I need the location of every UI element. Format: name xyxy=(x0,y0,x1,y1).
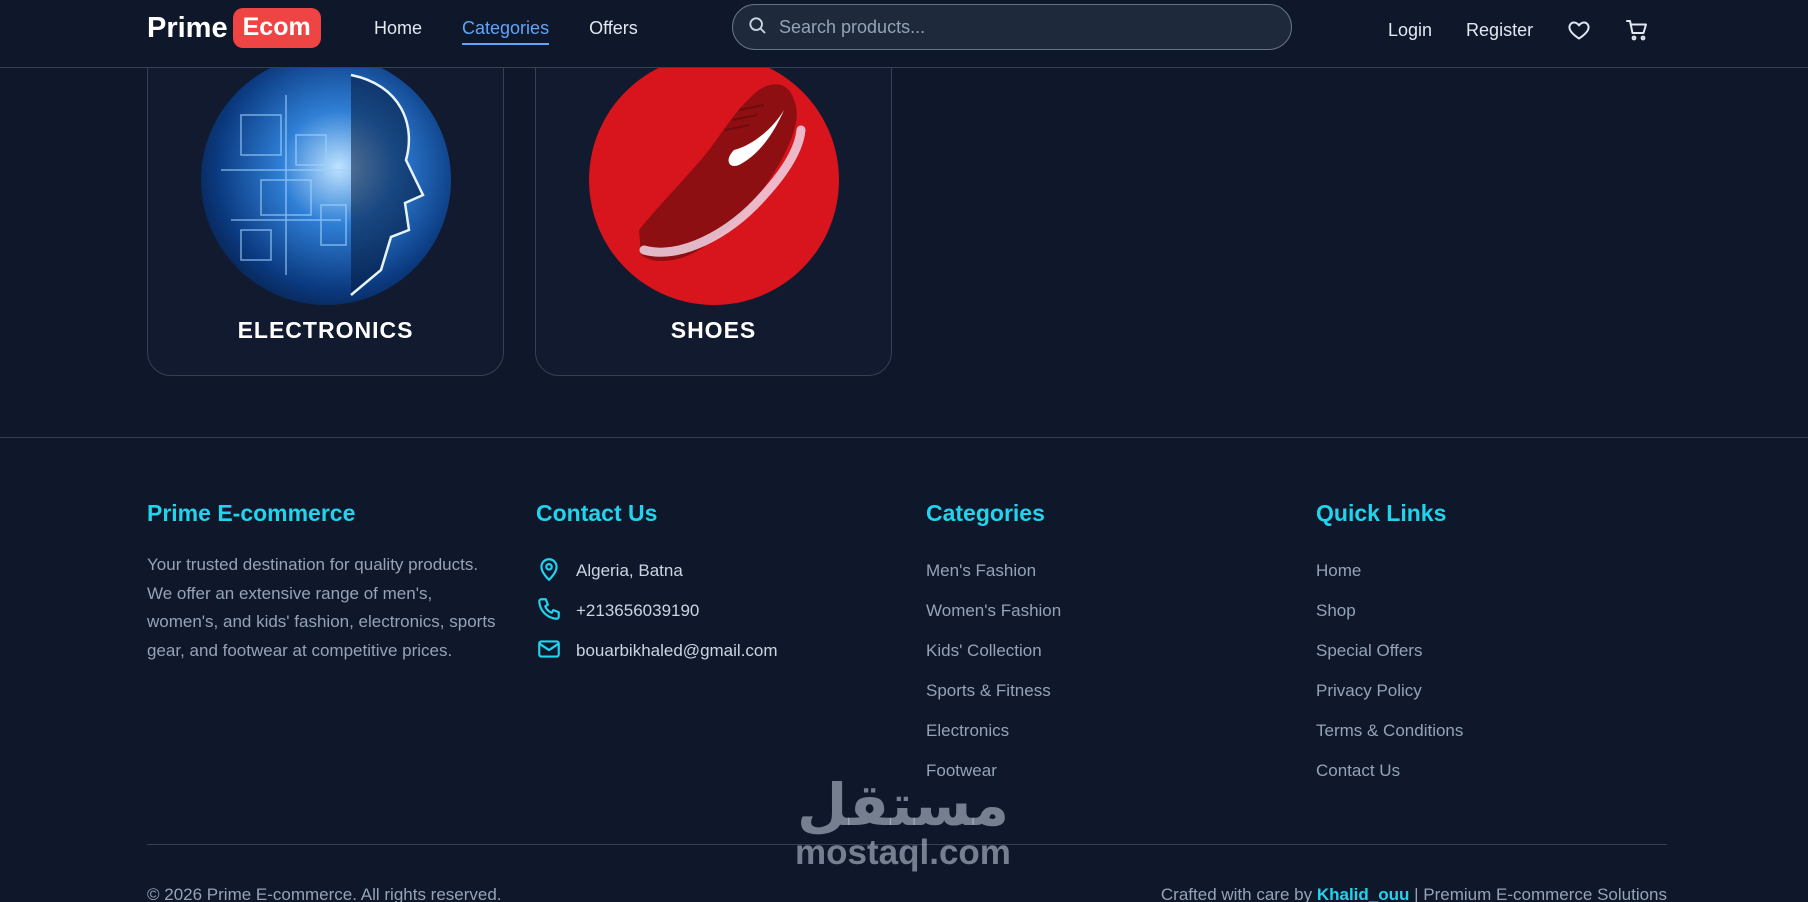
site-header: Prime Ecom Home Categories Offers Login … xyxy=(0,0,1808,68)
search-icon xyxy=(747,15,767,40)
heart-icon[interactable] xyxy=(1567,18,1591,42)
footer-contact-title: Contact Us xyxy=(536,500,658,526)
search-input[interactable] xyxy=(779,16,1259,38)
nav-offers[interactable]: Offers xyxy=(589,18,638,45)
site-footer: Prime E-commerce Your trusted destinatio… xyxy=(0,437,1808,902)
category-card-electronics[interactable]: ELECTRONICS xyxy=(147,40,504,376)
footer-quick-links-title: Quick Links xyxy=(1316,500,1447,526)
search-bar xyxy=(732,4,1292,50)
footer-quick-links-list: Home Shop Special Offers Privacy Policy … xyxy=(1316,551,1463,791)
contact-phone-text[interactable]: +213656039190 xyxy=(576,601,699,621)
footer-quick-link[interactable]: Contact Us xyxy=(1316,751,1463,791)
contact-email: bouarbikhaled@gmail.com xyxy=(536,631,778,671)
cart-icon[interactable] xyxy=(1625,18,1649,42)
contact-location: Algeria, Batna xyxy=(536,551,778,591)
mail-icon xyxy=(536,636,562,667)
crafted-prefix: Crafted with care by xyxy=(1160,885,1313,902)
phone-icon xyxy=(536,596,562,627)
footer-quick-links: Quick Links Home Shop Special Offers Pri… xyxy=(1316,500,1463,791)
footer-quick-link[interactable]: Special Offers xyxy=(1316,631,1463,671)
footer-categories-list: Men's Fashion Women's Fashion Kids' Coll… xyxy=(926,551,1061,791)
author-link[interactable]: Khalid_ouu xyxy=(1317,885,1410,902)
footer-categories-title: Categories xyxy=(926,500,1045,526)
footer-category-link[interactable]: Women's Fashion xyxy=(926,591,1061,631)
crafted-by: Crafted with care by Khalid_ouu | Premiu… xyxy=(1161,885,1667,902)
nav-categories[interactable]: Categories xyxy=(462,18,550,45)
category-title: ELECTRONICS xyxy=(237,317,414,343)
footer-category-link[interactable]: Men's Fashion xyxy=(926,551,1061,591)
crafted-suffix: | Premium E-commerce Solutions xyxy=(1414,885,1667,902)
footer-quick-link[interactable]: Privacy Policy xyxy=(1316,671,1463,711)
footer-divider xyxy=(147,844,1667,845)
footer-quick-link[interactable]: Shop xyxy=(1316,591,1463,631)
copyright-text: © 2026 Prime E-commerce. All rights rese… xyxy=(147,885,502,902)
footer-quick-link[interactable]: Home xyxy=(1316,551,1463,591)
logo-badge: Ecom xyxy=(232,8,321,48)
footer-quick-link[interactable]: Terms & Conditions xyxy=(1316,711,1463,751)
category-card-shoes[interactable]: SHOES xyxy=(535,40,892,376)
nav-home[interactable]: Home xyxy=(374,18,422,45)
contact-location-text: Algeria, Batna xyxy=(576,561,683,580)
footer-category-link[interactable]: Kids' Collection xyxy=(926,631,1061,671)
contact-email-text[interactable]: bouarbikhaled@gmail.com xyxy=(576,641,778,661)
footer-about: Prime E-commerce Your trusted destinatio… xyxy=(147,500,503,665)
footer-contact: Contact Us Algeria, Batna +213656039190 … xyxy=(536,500,778,671)
register-link[interactable]: Register xyxy=(1466,20,1533,41)
login-link[interactable]: Login xyxy=(1388,20,1432,41)
footer-category-link[interactable]: Footwear xyxy=(926,751,1061,791)
footer-categories: Categories Men's Fashion Women's Fashion… xyxy=(926,500,1061,791)
main-nav: Home Categories Offers xyxy=(374,18,638,45)
logo[interactable]: Prime Ecom xyxy=(147,7,321,49)
footer-category-link[interactable]: Electronics xyxy=(926,711,1061,751)
footer-category-link[interactable]: Sports & Fitness xyxy=(926,671,1061,711)
location-pin-icon xyxy=(536,556,562,587)
electronics-image xyxy=(201,55,451,305)
shoes-image xyxy=(589,55,839,305)
contact-phone: +213656039190 xyxy=(536,591,778,631)
category-title: SHOES xyxy=(670,317,757,343)
logo-text: Prime xyxy=(147,11,228,44)
footer-about-title: Prime E-commerce xyxy=(147,500,356,526)
user-nav: Login Register xyxy=(1388,18,1649,42)
footer-about-text: Your trusted destination for quality pro… xyxy=(147,555,496,660)
